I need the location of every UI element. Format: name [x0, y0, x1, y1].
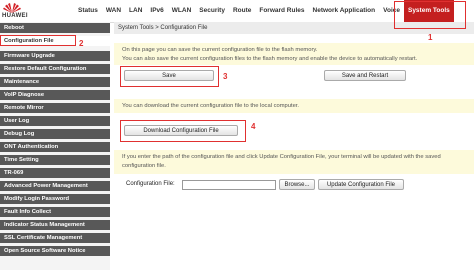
annotation-number-3: 3: [223, 72, 228, 81]
sidebar-item-debug-log[interactable]: Debug Log: [0, 129, 110, 139]
sidebar-item-open-source[interactable]: Open Source Software Notice: [0, 246, 110, 256]
nav-status[interactable]: Status: [74, 0, 102, 22]
main-content: System Tools > Configuration File On thi…: [114, 22, 474, 270]
nav-network-application[interactable]: Network Application: [309, 0, 380, 22]
huawei-logo-icon: [3, 3, 21, 13]
configuration-file-input[interactable]: [182, 180, 276, 190]
sidebar-item-remote-mirror[interactable]: Remote Mirror: [0, 103, 110, 113]
save-and-restart-button[interactable]: Save and Restart: [324, 70, 406, 81]
annotation-number-4: 4: [251, 122, 256, 131]
sidebar-item-time-setting[interactable]: Time Setting: [0, 155, 110, 165]
update-info-text: If you enter the path of the configurati…: [114, 150, 474, 174]
sidebar-item-advanced-power[interactable]: Advanced Power Management: [0, 181, 110, 191]
annotation-number-1: 1: [428, 33, 433, 42]
update-configuration-button[interactable]: Update Configuration File: [318, 179, 404, 190]
sidebar-item-ont-authentication[interactable]: ONT Authentication: [0, 142, 110, 152]
nav-wlan[interactable]: WLAN: [168, 0, 196, 22]
sidebar-item-indicator-status[interactable]: Indicator Status Management: [0, 220, 110, 230]
nav-lan[interactable]: LAN: [125, 0, 146, 22]
sidebar-item-firmware-upgrade[interactable]: Firmware Upgrade: [0, 51, 110, 61]
sidebar-item-reboot[interactable]: Reboot: [0, 23, 110, 33]
sidebar: Reboot Configuration File Firmware Upgra…: [0, 22, 110, 270]
browse-button[interactable]: Browse...: [279, 179, 315, 190]
annotation-box-save: [120, 66, 219, 87]
sidebar-item-voip-diagnose[interactable]: VoIP Diagnose: [0, 90, 110, 100]
annotation-box-system-tools: [394, 1, 466, 29]
annotation-number-2: 2: [79, 39, 84, 48]
save-info-text: On this page you can save the current co…: [114, 43, 474, 65]
nav-ipv6[interactable]: IPv6: [146, 0, 167, 22]
huawei-logo: HUAWEI: [2, 3, 52, 19]
annotation-box-download: [120, 120, 246, 142]
annotation-box-configuration-file: [0, 35, 76, 46]
brand-name: HUAWEI: [2, 13, 28, 19]
sidebar-item-maintenance[interactable]: Maintenance: [0, 77, 110, 87]
nav-route[interactable]: Route: [229, 0, 255, 22]
sidebar-item-ssl-certificate[interactable]: SSL Certificate Management: [0, 233, 110, 243]
nav-wan[interactable]: WAN: [102, 0, 125, 22]
nav-security[interactable]: Security: [195, 0, 229, 22]
sidebar-item-restore-default[interactable]: Restore Default Configuration: [0, 64, 110, 74]
sidebar-item-user-log[interactable]: User Log: [0, 116, 110, 126]
sidebar-item-tr069[interactable]: TR-069: [0, 168, 110, 178]
configuration-file-label: Configuration File:: [126, 181, 175, 187]
download-info-text: You can download the current configurati…: [114, 99, 474, 113]
nav-forward-rules[interactable]: Forward Rules: [255, 0, 308, 22]
sidebar-item-fault-info[interactable]: Fault Info Collect: [0, 207, 110, 217]
sidebar-item-modify-password[interactable]: Modify Login Password: [0, 194, 110, 204]
